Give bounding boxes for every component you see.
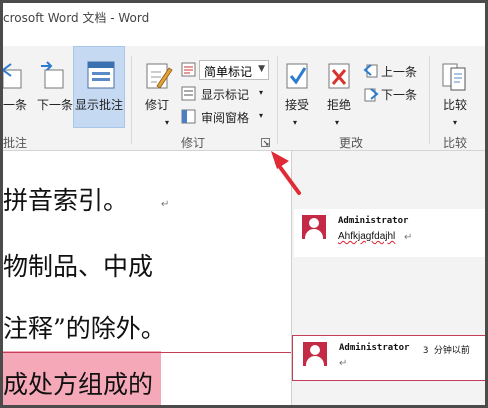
document-line: 注释”的除外。 xyxy=(3,314,166,343)
chevron-down-icon: ▾ xyxy=(335,118,340,127)
markup-level-value: 简单标记 xyxy=(204,65,253,79)
paragraph-mark: ↵ xyxy=(161,199,170,210)
comment-balloon[interactable]: Administrator Ahfkjagfdajhl ↵ xyxy=(294,209,485,257)
title-bar: crosoft Word 文档 - Word xyxy=(3,3,485,33)
reject-button[interactable]: 拒绝 xyxy=(327,96,351,113)
avatar xyxy=(302,215,326,239)
chevron-down-icon: ▾ xyxy=(293,118,298,127)
compare-button[interactable]: 比较 xyxy=(443,96,467,113)
chevron-down-icon: ▼ xyxy=(258,64,265,74)
chevron-down-icon: ▾ xyxy=(259,111,264,120)
accept-button[interactable]: 接受 xyxy=(285,96,309,113)
paragraph-mark: ↵ xyxy=(339,358,348,369)
chevron-down-icon: ▾ xyxy=(453,118,458,127)
previous-change-icon xyxy=(363,64,378,78)
track-changes-icon[interactable] xyxy=(145,60,173,92)
next-change-icon xyxy=(364,88,379,102)
group-separator xyxy=(429,56,430,144)
comment-time: 3 分钟以前 xyxy=(423,346,470,356)
previous-change-button[interactable]: 上一条 xyxy=(381,63,417,80)
next-comment-button[interactable]: 下一条 xyxy=(37,96,73,113)
group-label-compare: 比较 xyxy=(443,136,468,150)
review-pane-button[interactable]: 审阅窗格 xyxy=(201,109,249,126)
window-title: crosoft Word 文档 - Word xyxy=(3,11,150,25)
review-pane-icon xyxy=(181,109,196,124)
comment-author: Administrator xyxy=(338,216,409,226)
accept-icon[interactable] xyxy=(285,60,311,92)
word-window: crosoft Word 文档 - Word 一条 下一条 显示批注 批注 修订… xyxy=(3,3,485,405)
document-line: 成处方组成的 xyxy=(3,370,154,399)
show-markup-icon xyxy=(181,86,196,101)
previous-comment-button[interactable]: 一条 xyxy=(3,96,27,113)
chevron-down-icon: ▾ xyxy=(259,88,264,97)
next-change-button[interactable]: 下一条 xyxy=(381,86,417,103)
group-label-tracking: 修订 xyxy=(181,136,206,150)
group-separator xyxy=(277,56,278,144)
show-comments-button[interactable]: 显示批注 xyxy=(75,96,123,113)
avatar xyxy=(303,342,327,366)
show-markup-button[interactable]: 显示标记 xyxy=(201,86,249,103)
compare-icon[interactable] xyxy=(441,60,469,92)
comment-balloon-active[interactable]: Administrator 3 分钟以前 ↵ xyxy=(292,335,485,381)
comment-connector-line xyxy=(3,352,291,353)
next-comment-icon[interactable] xyxy=(39,60,69,90)
annotation-arrow-icon xyxy=(271,151,301,195)
comment-author: Administrator xyxy=(339,343,410,353)
markup-level-dropdown[interactable]: 简单标记 ▼ xyxy=(199,60,269,80)
group-label-changes: 更改 xyxy=(339,136,364,150)
markup-area: Administrator Ahfkjagfdajhl ↵ Administra… xyxy=(291,151,485,405)
reject-icon[interactable] xyxy=(327,60,353,92)
document-line: 拼音索引。 xyxy=(3,186,129,215)
markup-view-icon xyxy=(181,62,196,77)
paragraph-mark: ↵ xyxy=(404,232,413,243)
group-separator xyxy=(131,56,132,144)
previous-comment-icon[interactable] xyxy=(3,60,25,90)
document-line: 物制品、中成 xyxy=(3,252,154,281)
group-label-comments: 批注 xyxy=(3,136,28,150)
track-changes-dropdown-arrow[interactable]: ▾ xyxy=(165,118,169,127)
review-ribbon: 一条 下一条 显示批注 批注 修订 ▾ 简单标记 ▼ 显示标记 ▾ 审阅窗格 ▾… xyxy=(3,46,485,151)
comment-text[interactable]: Ahfkjagfdajhl xyxy=(338,231,395,242)
track-changes-button[interactable]: 修订 xyxy=(145,96,169,113)
show-comments-icon[interactable] xyxy=(87,60,115,90)
